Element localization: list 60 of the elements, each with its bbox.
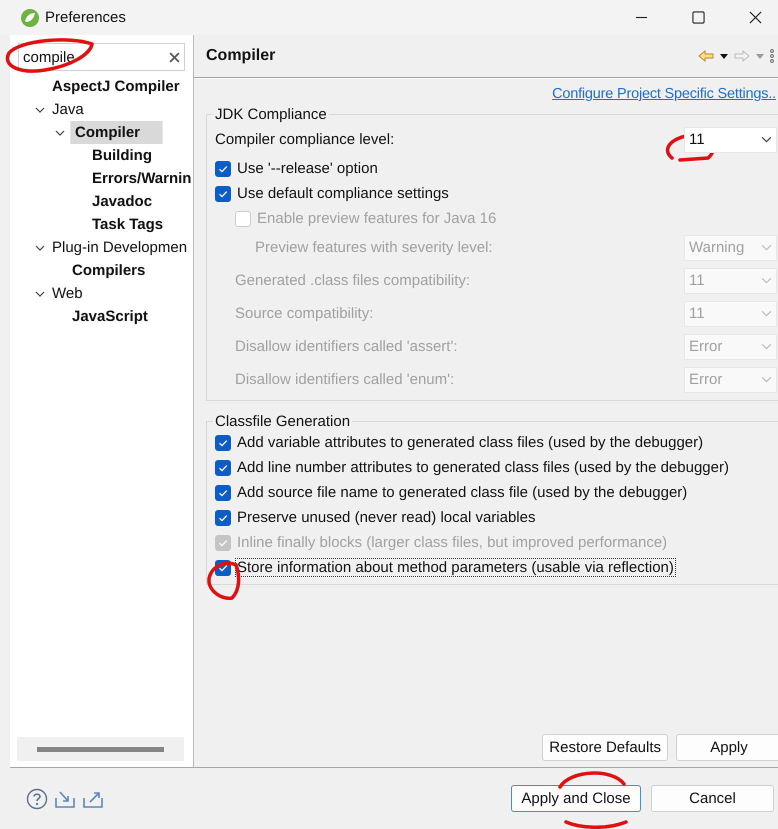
checkbox[interactable]	[215, 484, 231, 500]
checkbox-label[interactable]: Use default compliance settings	[235, 184, 451, 203]
app-logo-icon	[20, 8, 40, 28]
checkbox-label[interactable]: Store information about method parameters (usable via reflection)	[235, 558, 676, 577]
setting-label: Source compatibility:	[235, 305, 374, 322]
chevron-down-icon	[761, 376, 772, 383]
dialog-button[interactable]: Cancel	[651, 785, 774, 812]
tree-item[interactable]: AspectJ Compiler	[50, 77, 182, 96]
checkbox-label[interactable]: Preserve unused (never read) local variables	[235, 508, 538, 527]
close-icon[interactable]	[749, 11, 762, 24]
checkbox[interactable]	[215, 186, 231, 202]
caret-icon[interactable]	[35, 104, 45, 114]
chevron-down-icon	[761, 244, 772, 251]
checkbox-label[interactable]: Add source file name to generated class file (used by the debugger)	[235, 483, 690, 502]
tree-item[interactable]: Java	[50, 100, 86, 119]
group-title: Classfile Generation	[214, 413, 352, 430]
chevron-down-icon	[761, 310, 772, 317]
tree-item[interactable]: Plug-in Developmen	[50, 238, 190, 257]
dialog-button[interactable]: Apply and Close	[511, 785, 641, 812]
checkbox[interactable]	[215, 434, 231, 450]
tree-item[interactable]: Web	[50, 284, 85, 303]
setting-label: Disallow identifiers called 'assert':	[235, 338, 458, 355]
tree-item[interactable]: Errors/Warnin	[90, 169, 193, 188]
group-title: JDK Compliance	[214, 106, 328, 123]
page-title: Compiler	[206, 47, 276, 65]
help-icon[interactable]	[26, 788, 48, 810]
dropdown[interactable]: 11	[684, 126, 777, 152]
back-arrow-icon[interactable]	[698, 50, 714, 62]
checkbox-label[interactable]: Add line number attributes to generated class files (used by the debugger)	[235, 458, 731, 477]
setting-label: Generated .class files compatibility:	[235, 272, 472, 289]
setting-label: Disallow identifiers called 'enum':	[235, 371, 456, 388]
checkbox-label[interactable]: Add variable attributes to generated class files (used by the debugger)	[235, 433, 706, 452]
dialog-button[interactable]: Apply	[676, 734, 778, 761]
setting-label: Preview features with severity level:	[255, 239, 494, 256]
tree-item[interactable]: Compiler	[70, 121, 163, 144]
tree-item[interactable]: Javadoc	[90, 192, 154, 211]
clear-icon[interactable]	[169, 52, 180, 62]
window-title: Preferences	[45, 9, 126, 26]
search-field[interactable]: compile	[18, 43, 185, 71]
checkbox[interactable]	[215, 510, 231, 526]
maximize-icon[interactable]	[692, 11, 705, 24]
caret-icon[interactable]	[35, 242, 45, 252]
tree-item[interactable]: JavaScript	[70, 307, 150, 326]
checkbox-label[interactable]: Use '--release' option	[235, 159, 380, 178]
chevron-down-icon	[761, 343, 772, 350]
setting-label: Compiler compliance level:	[215, 131, 396, 148]
tree-item[interactable]: Task Tags	[90, 215, 166, 234]
caret-icon[interactable]	[55, 128, 65, 138]
more-icon[interactable]	[770, 49, 774, 63]
scrollbar[interactable]	[17, 737, 184, 761]
dialog-button[interactable]: Restore Defaults	[542, 734, 668, 761]
caret-icon[interactable]	[35, 288, 45, 298]
chevron-down-icon	[761, 136, 772, 143]
tree-item[interactable]: Building	[90, 146, 154, 165]
checkbox[interactable]	[215, 160, 231, 176]
tree-item[interactable]: Compilers	[70, 261, 148, 280]
checkbox[interactable]	[215, 460, 231, 476]
configure-link[interactable]: Configure Project Specific Settings..	[552, 86, 776, 102]
dropdown-arrow-icon[interactable]	[720, 54, 728, 58]
chevron-down-icon	[761, 277, 772, 284]
